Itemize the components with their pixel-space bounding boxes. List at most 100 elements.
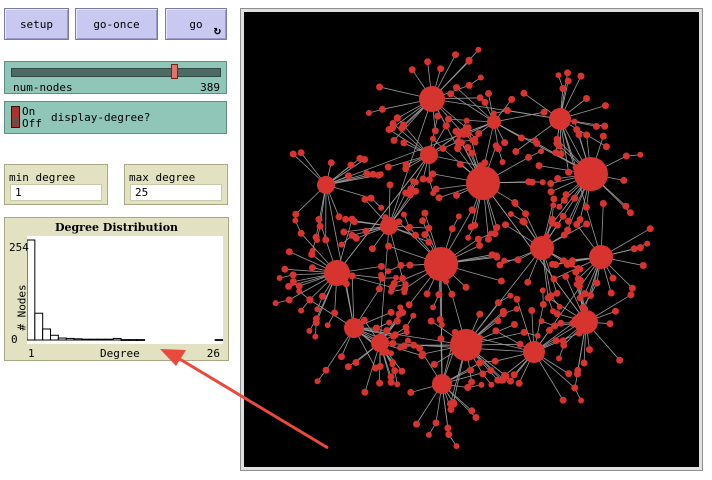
network-node bbox=[376, 83, 384, 91]
network-node bbox=[405, 301, 413, 309]
network-node bbox=[322, 236, 330, 244]
network-node bbox=[553, 310, 561, 318]
network-node bbox=[289, 271, 297, 279]
network-node bbox=[465, 81, 473, 89]
network-node bbox=[454, 138, 462, 145]
go-button[interactable]: go ↻ bbox=[165, 8, 227, 40]
network-node bbox=[416, 344, 424, 352]
switch-lever[interactable] bbox=[11, 106, 20, 128]
network-node bbox=[586, 346, 593, 354]
network-node bbox=[599, 200, 607, 207]
display-degree-switch[interactable]: On Off display-degree? bbox=[4, 101, 227, 134]
network-node bbox=[368, 245, 376, 253]
network-node bbox=[297, 229, 305, 237]
network-node bbox=[312, 319, 320, 327]
network-node bbox=[306, 296, 314, 304]
slider-label: num-nodes bbox=[13, 81, 73, 94]
world-canvas[interactable] bbox=[244, 12, 699, 467]
network-node bbox=[444, 424, 452, 432]
num-nodes-slider[interactable]: num-nodes 389 bbox=[4, 61, 227, 94]
network-node bbox=[571, 118, 578, 125]
network-node bbox=[559, 396, 567, 404]
network-node bbox=[363, 170, 371, 178]
network-node bbox=[394, 381, 401, 388]
network-node bbox=[389, 359, 396, 366]
network-node bbox=[549, 108, 571, 130]
network-node bbox=[478, 173, 485, 180]
network-node bbox=[324, 322, 331, 329]
network-node bbox=[627, 291, 635, 299]
network-node bbox=[499, 159, 506, 165]
network-node bbox=[628, 284, 636, 292]
network-node bbox=[418, 352, 426, 360]
network-node bbox=[553, 221, 561, 229]
min-degree-monitor: min degree 1 bbox=[4, 164, 108, 205]
network-node bbox=[345, 172, 352, 180]
network-node bbox=[411, 231, 419, 239]
network-node bbox=[423, 290, 431, 298]
network-node bbox=[348, 272, 356, 280]
network-node bbox=[560, 231, 568, 239]
network-node bbox=[510, 371, 518, 379]
network-node bbox=[316, 222, 324, 230]
network-node bbox=[447, 90, 455, 98]
histogram-bar bbox=[42, 328, 52, 341]
network-node bbox=[395, 218, 403, 226]
histogram-bar bbox=[120, 339, 130, 341]
slider-track[interactable] bbox=[11, 68, 221, 77]
network-node bbox=[481, 159, 489, 167]
network-node bbox=[472, 414, 480, 421]
network-node bbox=[386, 181, 394, 189]
network-node bbox=[504, 107, 511, 114]
network-node bbox=[365, 110, 372, 116]
network-node bbox=[391, 367, 399, 375]
degree-distribution-plot: Degree Distribution 254 0 # Nodes 1 Degr… bbox=[4, 217, 229, 361]
network-node bbox=[419, 86, 445, 112]
network-node bbox=[340, 228, 348, 236]
network-node bbox=[520, 218, 528, 226]
histogram-bar bbox=[128, 339, 138, 341]
network-node bbox=[292, 217, 299, 224]
histogram-bar bbox=[65, 337, 75, 341]
network-node bbox=[464, 130, 472, 138]
network-node bbox=[476, 310, 484, 318]
network-node bbox=[292, 210, 300, 218]
network-node bbox=[388, 350, 394, 357]
x-axis-label: Degree bbox=[100, 347, 140, 360]
network-node bbox=[583, 95, 590, 102]
network-node bbox=[384, 163, 392, 171]
network-node bbox=[375, 285, 383, 293]
network-node bbox=[539, 300, 547, 308]
network-node bbox=[559, 337, 567, 345]
network-node bbox=[601, 122, 609, 130]
network-node bbox=[512, 201, 519, 208]
network-node bbox=[442, 122, 450, 130]
network-node bbox=[553, 289, 561, 297]
network-node bbox=[430, 190, 437, 197]
network-node bbox=[437, 335, 445, 343]
network-node bbox=[547, 188, 555, 196]
network-node bbox=[493, 224, 501, 231]
histogram-bar bbox=[112, 337, 122, 341]
slider-thumb[interactable] bbox=[171, 64, 179, 79]
network-node bbox=[575, 329, 583, 337]
network-node bbox=[407, 388, 415, 396]
network-node bbox=[492, 252, 500, 260]
world-view[interactable] bbox=[240, 8, 703, 471]
network-node bbox=[609, 274, 617, 282]
network-node bbox=[289, 150, 297, 158]
network-node bbox=[463, 117, 470, 124]
network-node bbox=[344, 323, 352, 331]
network-node bbox=[630, 245, 638, 253]
network-node bbox=[488, 381, 495, 388]
network-node bbox=[534, 332, 541, 339]
network-node bbox=[408, 66, 416, 74]
network-node bbox=[581, 162, 589, 170]
network-node bbox=[425, 176, 433, 184]
network-node bbox=[559, 85, 567, 92]
setup-button[interactable]: setup bbox=[4, 8, 69, 40]
network-node bbox=[494, 299, 502, 307]
network-node bbox=[464, 384, 472, 391]
network-node bbox=[520, 89, 528, 97]
go-once-button[interactable]: go-once bbox=[75, 8, 158, 40]
